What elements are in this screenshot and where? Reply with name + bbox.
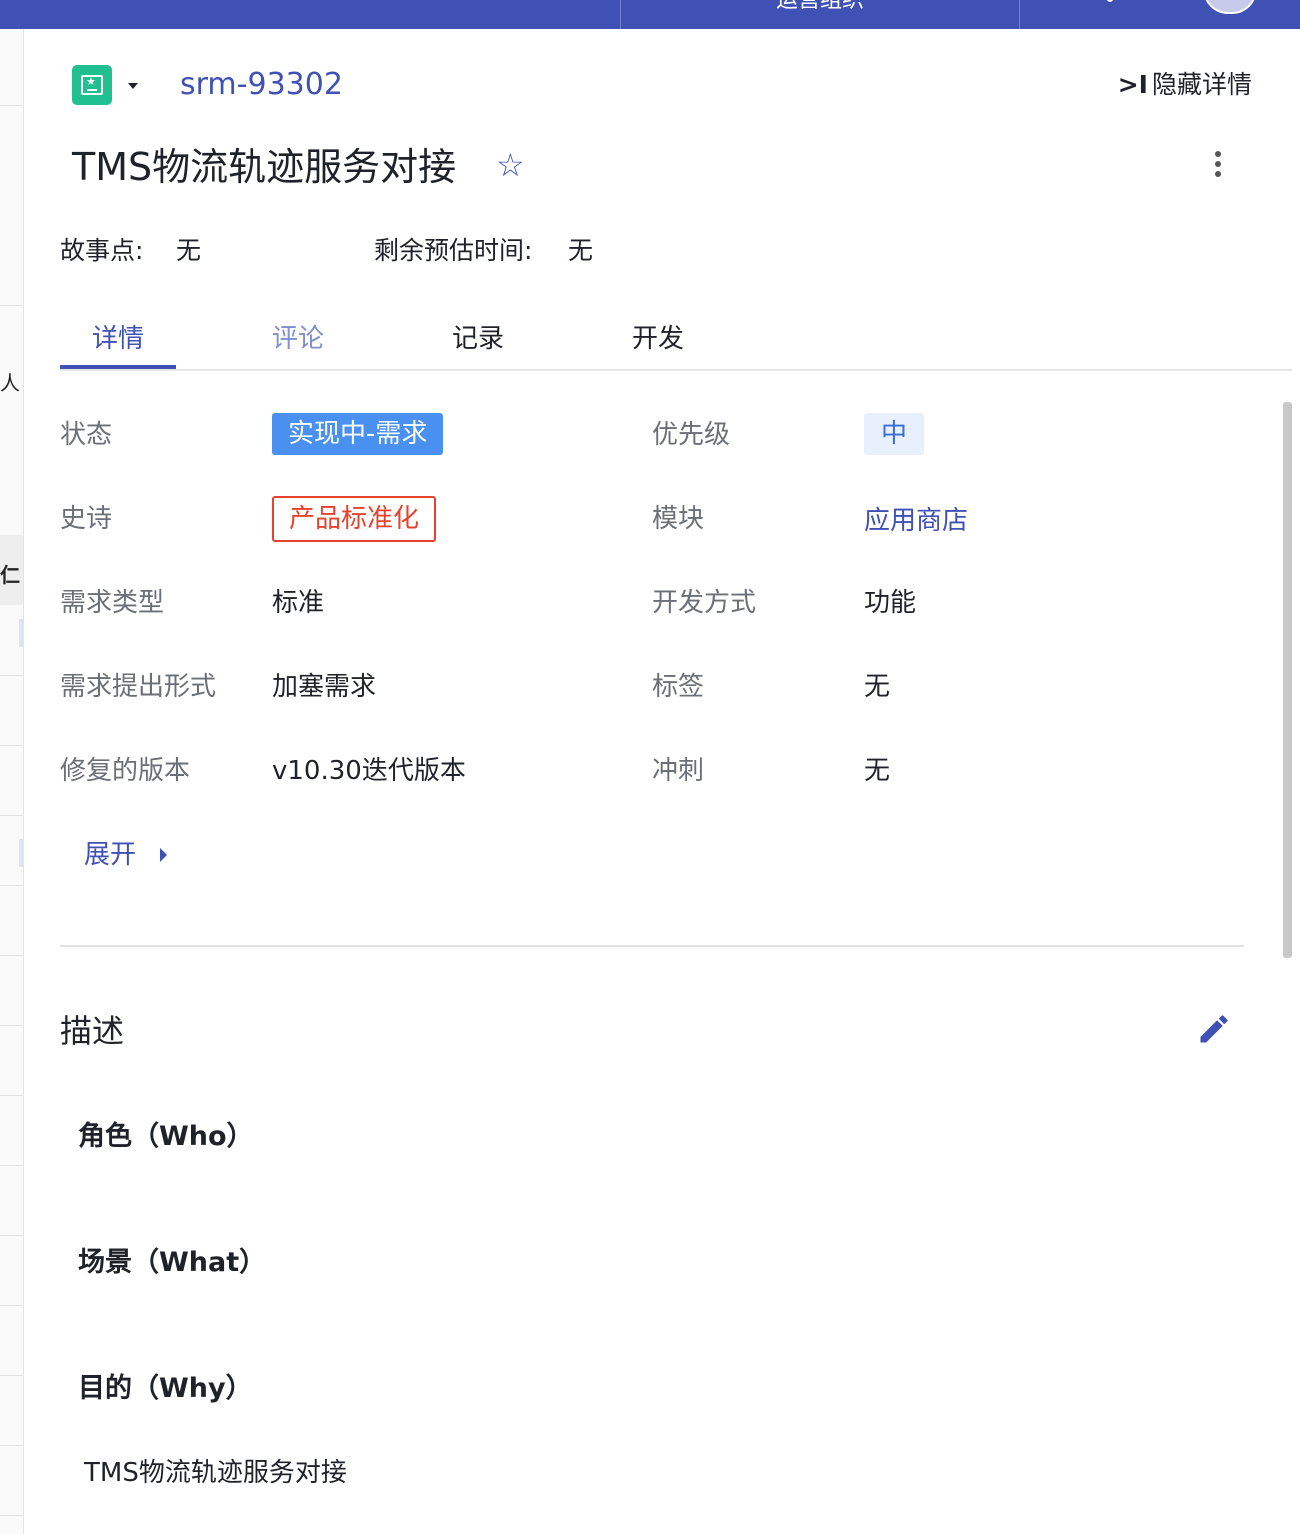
- description-why-heading: 目的（Why）: [78, 1373, 253, 1404]
- table-row-divider: [0, 1235, 23, 1236]
- description-what-heading: 场景（What）: [78, 1247, 267, 1278]
- dev-mode-label: 开发方式: [652, 588, 757, 618]
- epic-label: 史诗: [60, 504, 113, 534]
- list-header-fragment: 人: [0, 371, 20, 395]
- tab-history[interactable]: 记录: [452, 319, 504, 359]
- description-body-text: TMS物流轨迹服务对接: [84, 1458, 347, 1488]
- description-title: 描述: [60, 1012, 125, 1050]
- collapse-panel-icon: >I: [1117, 70, 1148, 99]
- remaining-estimate-value[interactable]: 无: [568, 234, 593, 268]
- priority-badge[interactable]: 中: [864, 413, 924, 455]
- issue-detail-panel: ★ srm-93302 >I 隐藏详情 TMS物流轨迹服务对接 ☆ 故事点: 无 …: [24, 29, 1300, 1534]
- avatar[interactable]: [1203, 0, 1257, 14]
- module-value-link[interactable]: 应用商店: [864, 503, 968, 539]
- description-who-heading: 角色（Who）: [78, 1121, 254, 1152]
- story-icon[interactable]: ★: [72, 65, 112, 105]
- table-row-divider: [0, 1305, 23, 1306]
- list-divider: [0, 105, 23, 106]
- epic-tag[interactable]: 产品标准化: [272, 496, 437, 542]
- detail-tabs: 详情 评论 记录 开发: [60, 317, 1292, 371]
- fix-version-value[interactable]: v10.30迭代版本: [272, 753, 466, 789]
- hide-detail-button[interactable]: >I 隐藏详情: [1118, 67, 1252, 103]
- background-list-strip: 人 仁: [0, 29, 24, 1534]
- tab-development[interactable]: 开发: [632, 319, 684, 359]
- fix-version-label: 修复的版本: [60, 756, 191, 786]
- sprint-value[interactable]: 无: [864, 753, 890, 789]
- story-points-value[interactable]: 无: [176, 234, 201, 268]
- active-tab-indicator: [60, 365, 176, 369]
- table-row-divider: [0, 1515, 23, 1516]
- expand-fields-button[interactable]: 展开: [84, 837, 136, 873]
- table-row-divider: [0, 1375, 23, 1376]
- panel-scrollbar[interactable]: [1283, 402, 1292, 958]
- issue-key-link[interactable]: srm-93302: [180, 67, 343, 103]
- table-row-divider: [0, 955, 23, 956]
- table-row-divider: [0, 745, 23, 746]
- requirement-type-value[interactable]: 标准: [272, 585, 324, 621]
- requirement-form-label: 需求提出形式: [60, 672, 217, 702]
- pencil-icon[interactable]: [1196, 1011, 1232, 1047]
- chevron-down-icon[interactable]: [128, 83, 138, 89]
- table-header-fragment-text: 仁: [0, 563, 20, 587]
- table-row-divider: [0, 1445, 23, 1446]
- table-row-divider: [0, 815, 23, 816]
- row-marker: [19, 839, 23, 867]
- module-label: 模块: [652, 504, 705, 534]
- tab-comments[interactable]: 评论: [272, 319, 324, 359]
- more-vertical-icon[interactable]: [1204, 151, 1232, 181]
- hide-detail-label: 隐藏详情: [1151, 70, 1252, 99]
- org-switcher-button[interactable]: 运营组织: [620, 0, 1020, 29]
- story-points-label: 故事点:: [60, 236, 144, 265]
- row-marker: [19, 619, 23, 647]
- requirement-type-label: 需求类型: [60, 588, 165, 618]
- table-row-divider: [0, 1165, 23, 1166]
- priority-label: 优先级: [652, 420, 731, 450]
- requirement-form-value[interactable]: 加塞需求: [272, 669, 376, 705]
- notification-dot-icon[interactable]: [1107, 0, 1113, 2]
- status-badge[interactable]: 实现中-需求: [272, 413, 444, 455]
- tab-details[interactable]: 详情: [92, 319, 144, 359]
- dev-mode-value[interactable]: 功能: [864, 585, 916, 621]
- table-row-divider: [0, 885, 23, 886]
- section-divider: [60, 945, 1244, 947]
- remaining-estimate-label: 剩余预估时间:: [374, 236, 533, 265]
- table-row-divider: [0, 1025, 23, 1026]
- table-row-divider: [0, 1095, 23, 1096]
- tags-value[interactable]: 无: [864, 669, 890, 705]
- tags-label: 标签: [652, 672, 705, 702]
- star-outline-icon[interactable]: ☆: [496, 145, 525, 185]
- caret-right-icon[interactable]: [160, 848, 167, 862]
- story-star-glyph: ★: [86, 75, 96, 88]
- status-label: 状态: [60, 420, 113, 450]
- table-row-divider: [0, 675, 23, 676]
- top-app-bar: 运营组织: [0, 0, 1300, 29]
- issue-title[interactable]: TMS物流轨迹服务对接: [72, 143, 456, 191]
- sprint-label: 冲刺: [652, 756, 705, 786]
- list-divider: [0, 305, 23, 306]
